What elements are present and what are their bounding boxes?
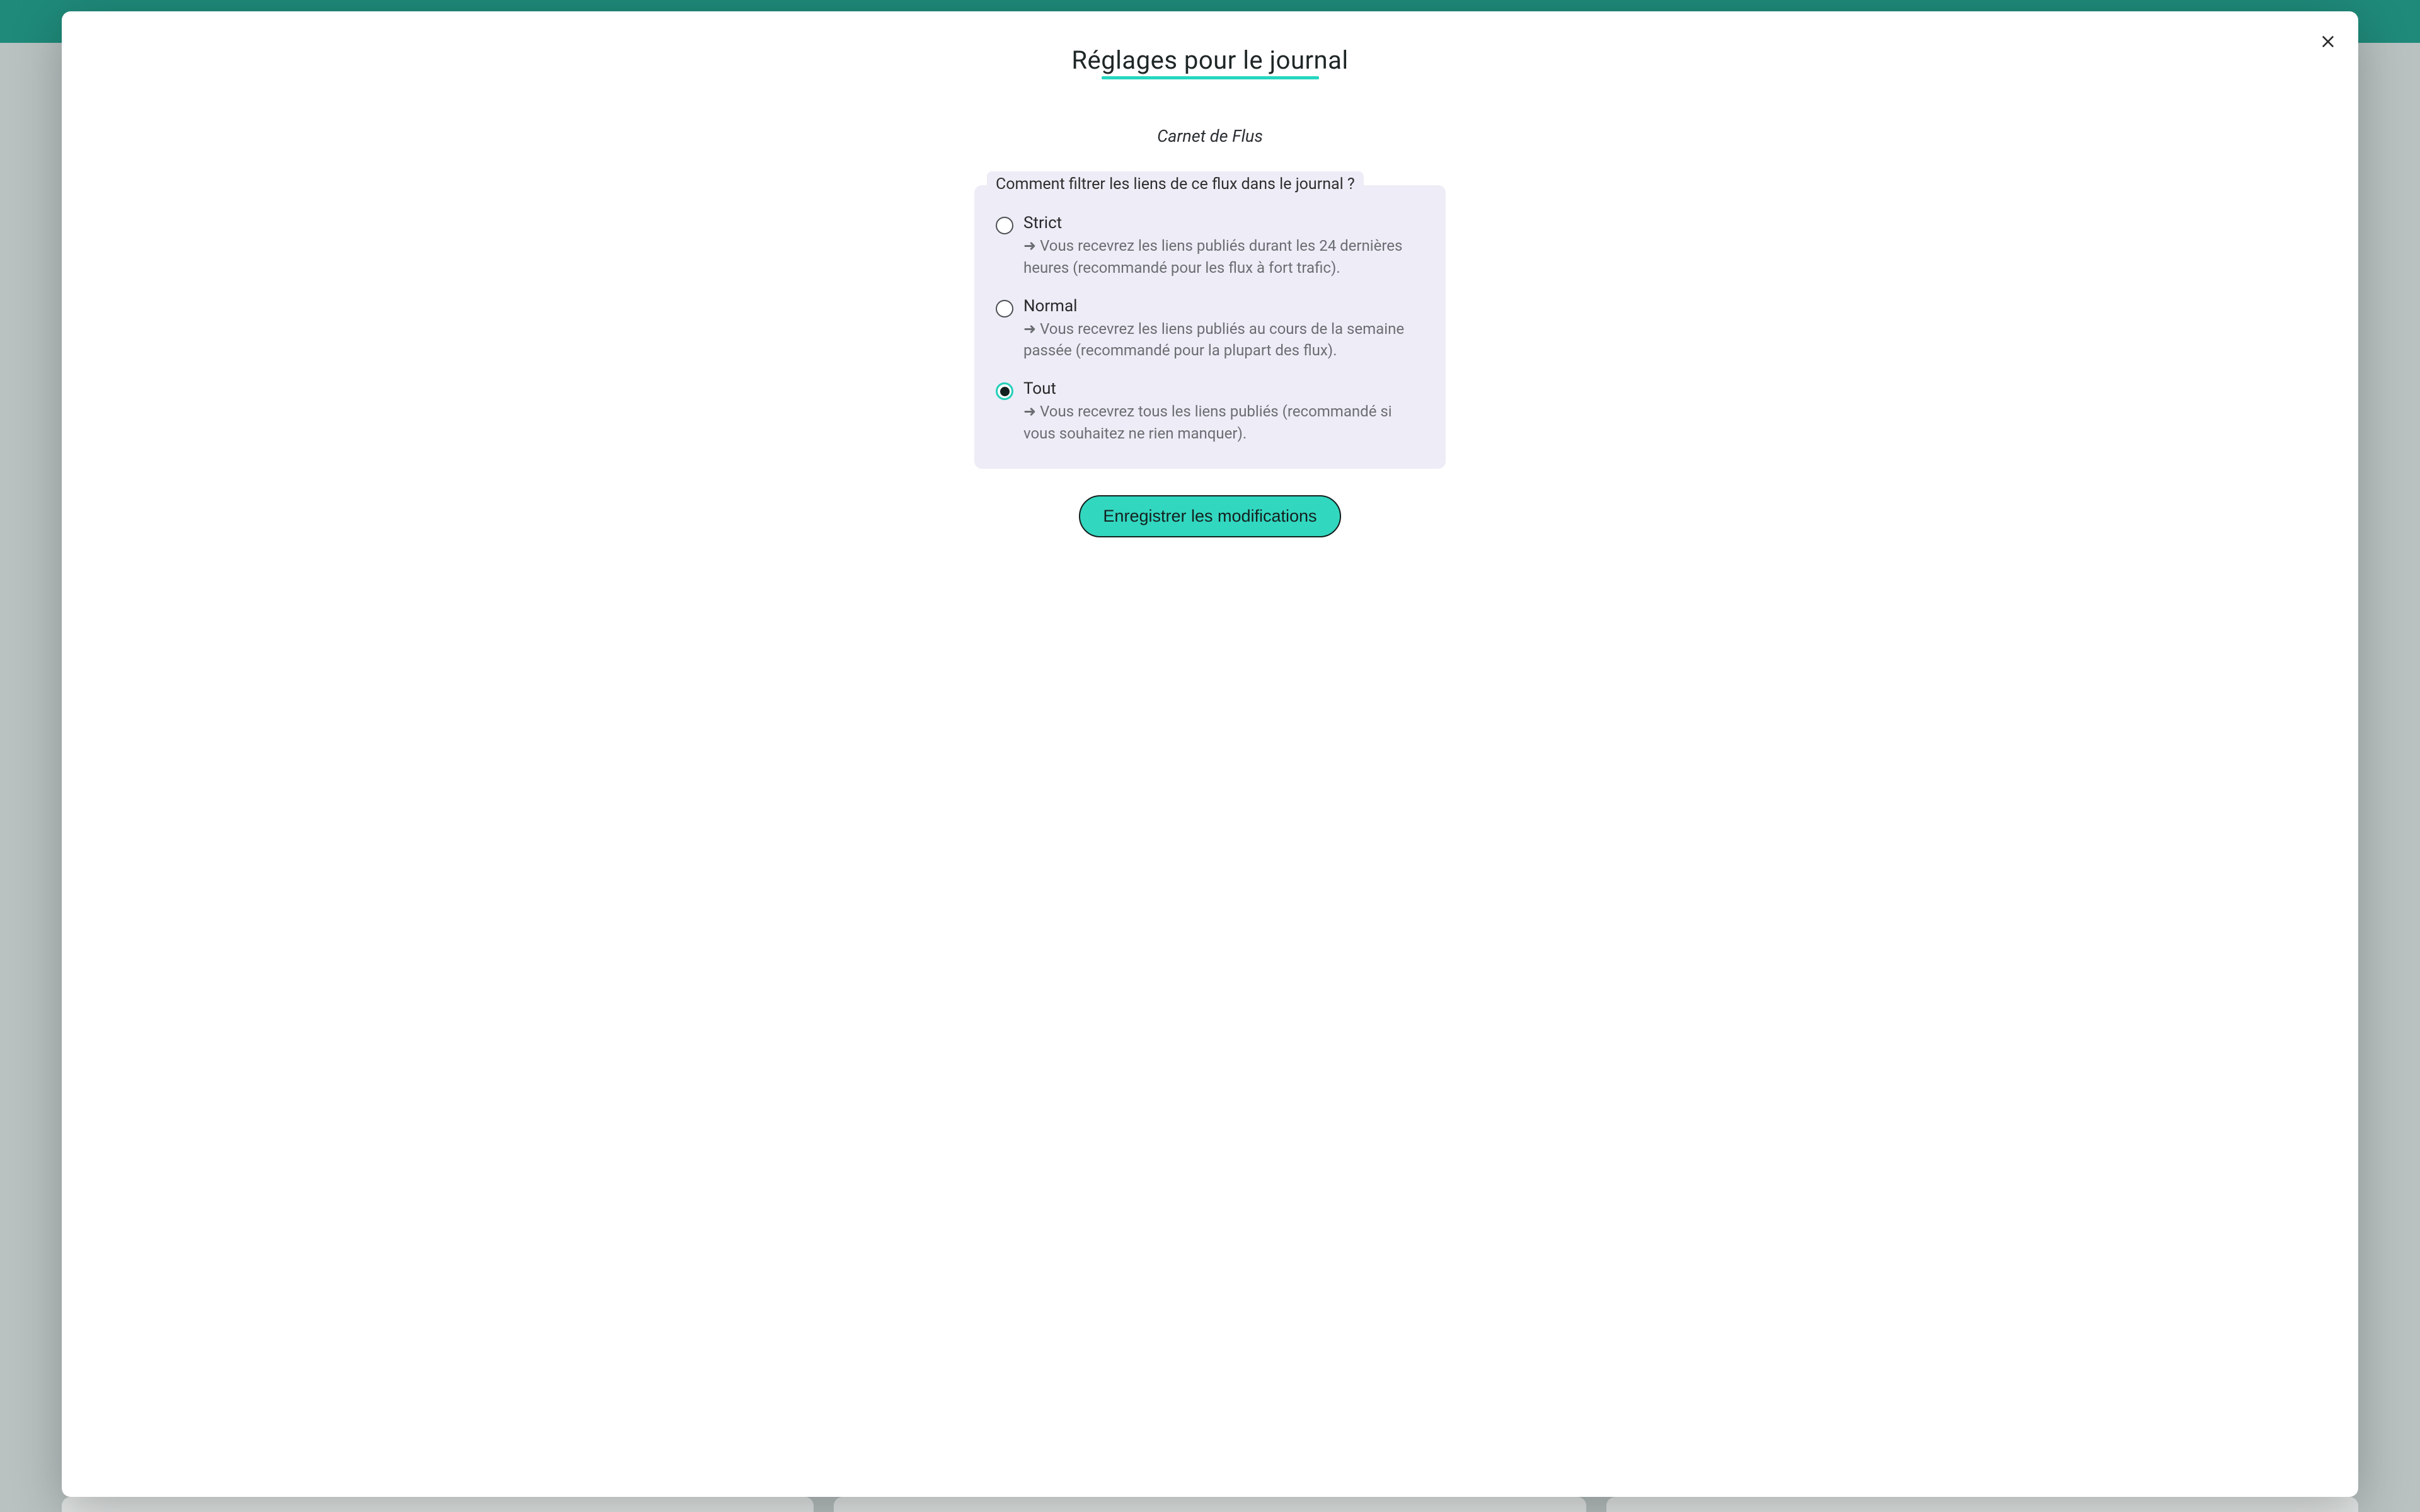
option-tout[interactable]: Tout ➜ Vous recevrez tous les liens publ… [996, 379, 1424, 445]
option-normal[interactable]: Normal ➜ Vous recevrez les liens publiés… [996, 297, 1424, 362]
close-button[interactable] [2315, 29, 2341, 54]
radio-tout[interactable] [996, 382, 1013, 400]
radio-strict[interactable] [996, 217, 1013, 234]
radio-normal[interactable] [996, 300, 1013, 318]
option-label: Strict [1023, 214, 1424, 232]
close-icon [2319, 33, 2337, 50]
arrow-icon: ➜ [1023, 237, 1036, 255]
modal-title: Réglages pour le journal [1071, 45, 1348, 75]
background-cards [62, 1497, 2358, 1512]
arrow-icon: ➜ [1023, 403, 1036, 420]
save-button[interactable]: Enregistrer les modifications [1079, 495, 1340, 537]
option-description: ➜ Vous recevrez les liens publiés au cou… [1023, 318, 1424, 362]
option-strict[interactable]: Strict ➜ Vous recevrez les liens publiés… [996, 214, 1424, 279]
modal-subtitle: Carnet de Flus [1157, 126, 1263, 146]
filter-options: Strict ➜ Vous recevrez les liens publiés… [996, 214, 1424, 445]
option-label: Tout [1023, 379, 1424, 398]
filter-panel: Comment filtrer les liens de ce flux dan… [974, 185, 1446, 469]
arrow-icon: ➜ [1023, 320, 1036, 338]
option-description: ➜ Vous recevrez tous les liens publiés (… [1023, 401, 1424, 445]
settings-modal: Réglages pour le journal Carnet de Flus … [62, 11, 2358, 1497]
option-description: ➜ Vous recevrez les liens publiés durant… [1023, 235, 1424, 279]
title-underline [1102, 76, 1319, 79]
filter-legend: Comment filtrer les liens de ce flux dan… [987, 171, 1364, 197]
option-label: Normal [1023, 297, 1424, 316]
